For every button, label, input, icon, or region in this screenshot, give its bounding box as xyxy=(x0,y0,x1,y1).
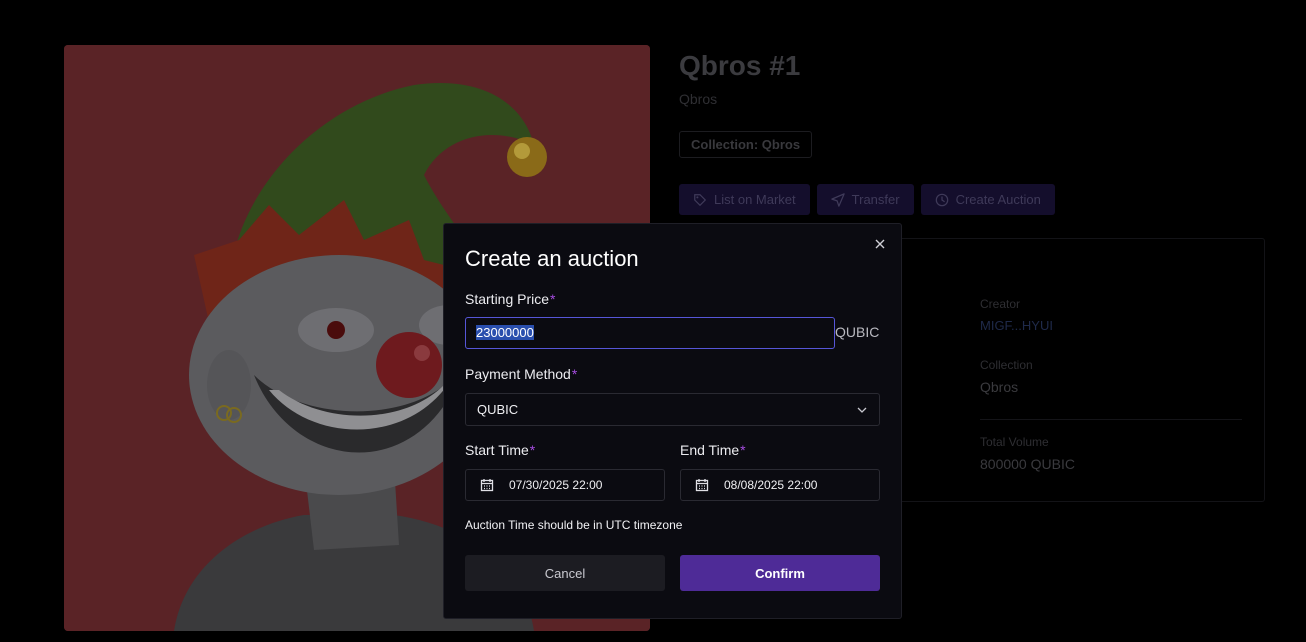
nft-title: Qbros #1 xyxy=(679,50,801,81)
clock-icon xyxy=(935,193,948,206)
create-auction-modal: Create an auction Starting Price* 230000… xyxy=(443,223,902,619)
nft-actions: List on Market Transfer Create Auction xyxy=(679,184,1055,215)
starting-price-input[interactable]: 23000000 xyxy=(465,317,835,349)
collection-detail: Collection Qbros xyxy=(980,358,1033,395)
creator-detail: Creator MIGF...HYUI xyxy=(980,297,1053,333)
create-auction-label: Create Auction xyxy=(955,192,1041,207)
end-time-value: 08/08/2025 22:00 xyxy=(724,478,818,492)
chevron-down-icon xyxy=(857,407,867,413)
tag-icon xyxy=(694,193,707,206)
creator-address-link[interactable]: MIGF...HYUI xyxy=(980,318,1053,333)
list-on-market-label: List on Market xyxy=(714,192,796,207)
collection-label: Collection xyxy=(980,358,1033,372)
total-volume-detail: Total Volume 800000 QUBIC xyxy=(980,435,1075,472)
creator-label: Creator xyxy=(980,297,1021,311)
end-time-picker[interactable]: 08/08/2025 22:00 xyxy=(680,469,880,501)
details-divider xyxy=(980,419,1242,420)
nft-collection-subtitle: Qbros xyxy=(679,91,718,107)
close-icon[interactable] xyxy=(873,237,887,251)
starting-price-value: 23000000 xyxy=(476,325,534,340)
list-on-market-button[interactable]: List on Market xyxy=(679,184,810,215)
start-time-label-text: Start Time xyxy=(465,442,529,458)
transfer-button[interactable]: Transfer xyxy=(816,184,914,215)
create-auction-button[interactable]: Create Auction xyxy=(920,184,1055,215)
end-time-label: End Time* xyxy=(680,442,746,458)
total-volume-label: Total Volume xyxy=(980,435,1049,449)
payment-method-select[interactable]: QUBIC xyxy=(465,393,880,426)
required-mark: * xyxy=(550,291,556,307)
starting-price-label-text: Starting Price xyxy=(465,291,550,307)
transfer-label: Transfer xyxy=(851,192,900,207)
end-time-label-text: End Time xyxy=(680,442,740,458)
confirm-button[interactable]: Confirm xyxy=(680,555,880,591)
price-unit: QUBIC xyxy=(835,324,880,340)
modal-title: Create an auction xyxy=(465,246,639,271)
total-volume-value: 800000 QUBIC xyxy=(980,456,1075,472)
calendar-icon xyxy=(695,479,709,492)
calendar-icon xyxy=(480,479,494,492)
start-time-picker[interactable]: 07/30/2025 22:00 xyxy=(465,469,665,501)
cancel-button[interactable]: Cancel xyxy=(465,555,665,591)
utc-timezone-note: Auction Time should be in UTC timezone xyxy=(465,518,683,532)
payment-method-label: Payment Method* xyxy=(465,366,577,382)
collection-tag[interactable]: Collection: Qbros xyxy=(679,131,813,158)
starting-price-label: Starting Price* xyxy=(465,291,556,307)
send-icon xyxy=(830,192,845,207)
start-time-label: Start Time* xyxy=(465,442,535,458)
collection-value: Qbros xyxy=(980,379,1019,395)
required-mark: * xyxy=(571,366,578,382)
required-mark: * xyxy=(529,442,536,458)
payment-method-value: QUBIC xyxy=(477,402,519,417)
required-mark: * xyxy=(740,442,746,458)
payment-method-label-text: Payment Method xyxy=(465,366,571,382)
start-time-value: 07/30/2025 22:00 xyxy=(509,478,603,492)
